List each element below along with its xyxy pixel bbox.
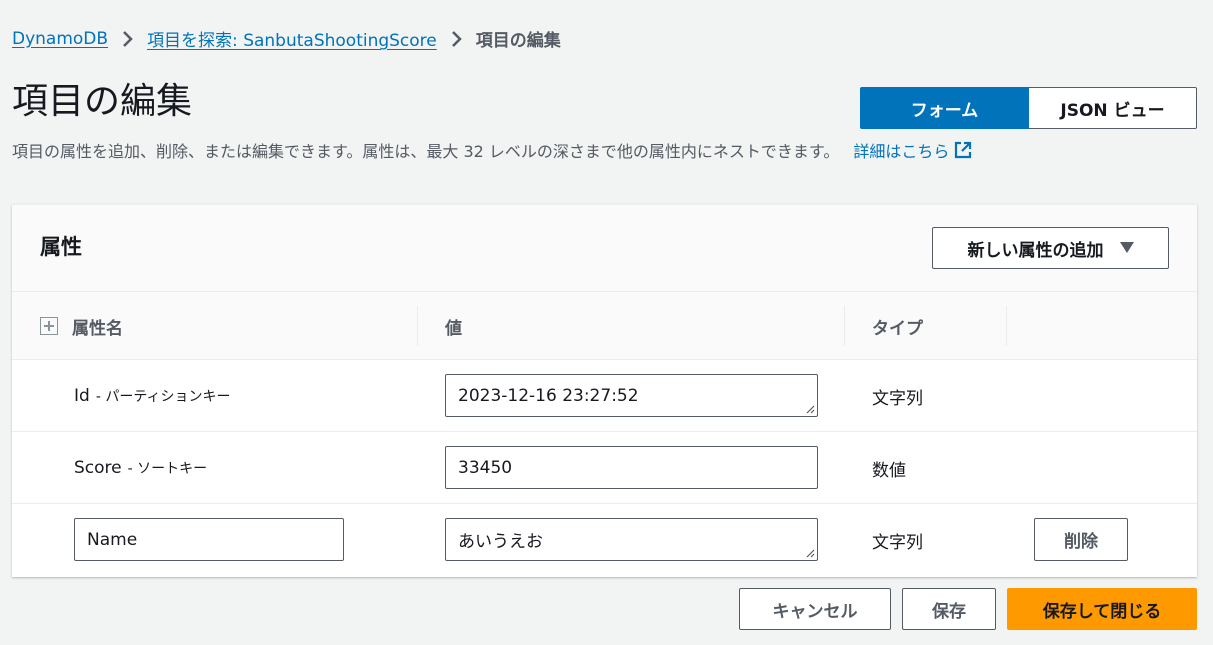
learn-more-label: 詳細はこちら: [853, 142, 950, 161]
partition-key-label: - パーティションキー: [95, 389, 231, 405]
column-divider: [417, 306, 418, 346]
external-link-icon: [955, 141, 972, 159]
value-input[interactable]: 33450: [445, 446, 818, 489]
column-type: タイプ: [872, 318, 923, 339]
learn-more-link[interactable]: 詳細はこちら: [853, 138, 973, 162]
column-divider: [844, 306, 845, 346]
value-textarea[interactable]: あいうえお: [445, 518, 818, 561]
breadcrumb-current: 項目の編集: [475, 31, 561, 51]
form-view-button[interactable]: フォーム: [860, 87, 1029, 129]
caret-down-icon: [1119, 242, 1134, 253]
attribute-name: Score - ソートキー: [74, 432, 207, 504]
chevron-right-icon: [451, 30, 462, 48]
table-row: Name あいうえお 文字列 削除: [12, 504, 1197, 577]
attributes-panel: 属性 新しい属性の追加 属性名 値 タイプ Id - パーティションキー 202…: [12, 204, 1197, 577]
value-text: あいうえお: [458, 532, 543, 552]
table-header: 属性名 値 タイプ: [12, 292, 1197, 360]
attribute-name-text: Id: [74, 386, 90, 406]
value-text: 2023-12-16 23:27:52: [458, 385, 639, 406]
delete-button[interactable]: 削除: [1034, 518, 1128, 561]
type-text: 文字列: [872, 532, 923, 553]
add-attribute-dropdown[interactable]: 新しい属性の追加: [932, 227, 1169, 269]
expand-all-icon[interactable]: [40, 317, 58, 335]
resize-handle-icon[interactable]: [805, 404, 815, 414]
type-text: 文字列: [872, 388, 923, 409]
column-divider: [1006, 306, 1007, 346]
page-title: 項目の編集: [12, 81, 193, 122]
value-textarea[interactable]: 2023-12-16 23:27:52: [445, 374, 818, 417]
attribute-name: Id - パーティションキー: [74, 360, 230, 432]
attribute-name-text: Name: [87, 529, 138, 550]
column-attribute-name: 属性名: [40, 292, 123, 360]
attribute-name-input[interactable]: Name: [74, 518, 344, 561]
description-text: 項目の属性を追加、削除、または編集できます。属性は、最大 32 レベルの深さまで…: [12, 142, 840, 161]
column-value: 値: [445, 318, 462, 339]
view-toggle: フォーム JSON ビュー: [860, 87, 1197, 129]
value-text: 33450: [458, 457, 513, 478]
type-text: 数値: [872, 460, 906, 481]
save-and-close-button[interactable]: 保存して閉じる: [1007, 588, 1197, 630]
add-attribute-label: 新しい属性の追加: [967, 240, 1104, 261]
cancel-button[interactable]: キャンセル: [739, 588, 891, 630]
breadcrumb-explore-link[interactable]: 項目を探索: SanbutaShootingScore: [147, 26, 437, 51]
json-view-button[interactable]: JSON ビュー: [1029, 87, 1197, 129]
resize-handle-icon[interactable]: [805, 548, 815, 558]
page-description: 項目の属性を追加、削除、または編集できます。属性は、最大 32 レベルの深さまで…: [12, 138, 973, 162]
panel-title: 属性: [40, 235, 82, 259]
chevron-right-icon: [122, 30, 133, 48]
breadcrumb: DynamoDB 項目を探索: SanbutaShootingScore 項目の…: [12, 26, 561, 52]
save-button[interactable]: 保存: [902, 588, 996, 630]
sort-key-label: - ソートキー: [127, 461, 208, 477]
breadcrumb-dynamodb-link[interactable]: DynamoDB: [12, 29, 108, 49]
column-attribute-name-label: 属性名: [72, 318, 123, 339]
panel-header: 属性 新しい属性の追加: [12, 205, 1197, 292]
table-row: Score - ソートキー 33450 数値: [12, 432, 1197, 504]
attribute-name-text: Score: [74, 458, 122, 478]
table-row: Id - パーティションキー 2023-12-16 23:27:52 文字列: [12, 360, 1197, 432]
